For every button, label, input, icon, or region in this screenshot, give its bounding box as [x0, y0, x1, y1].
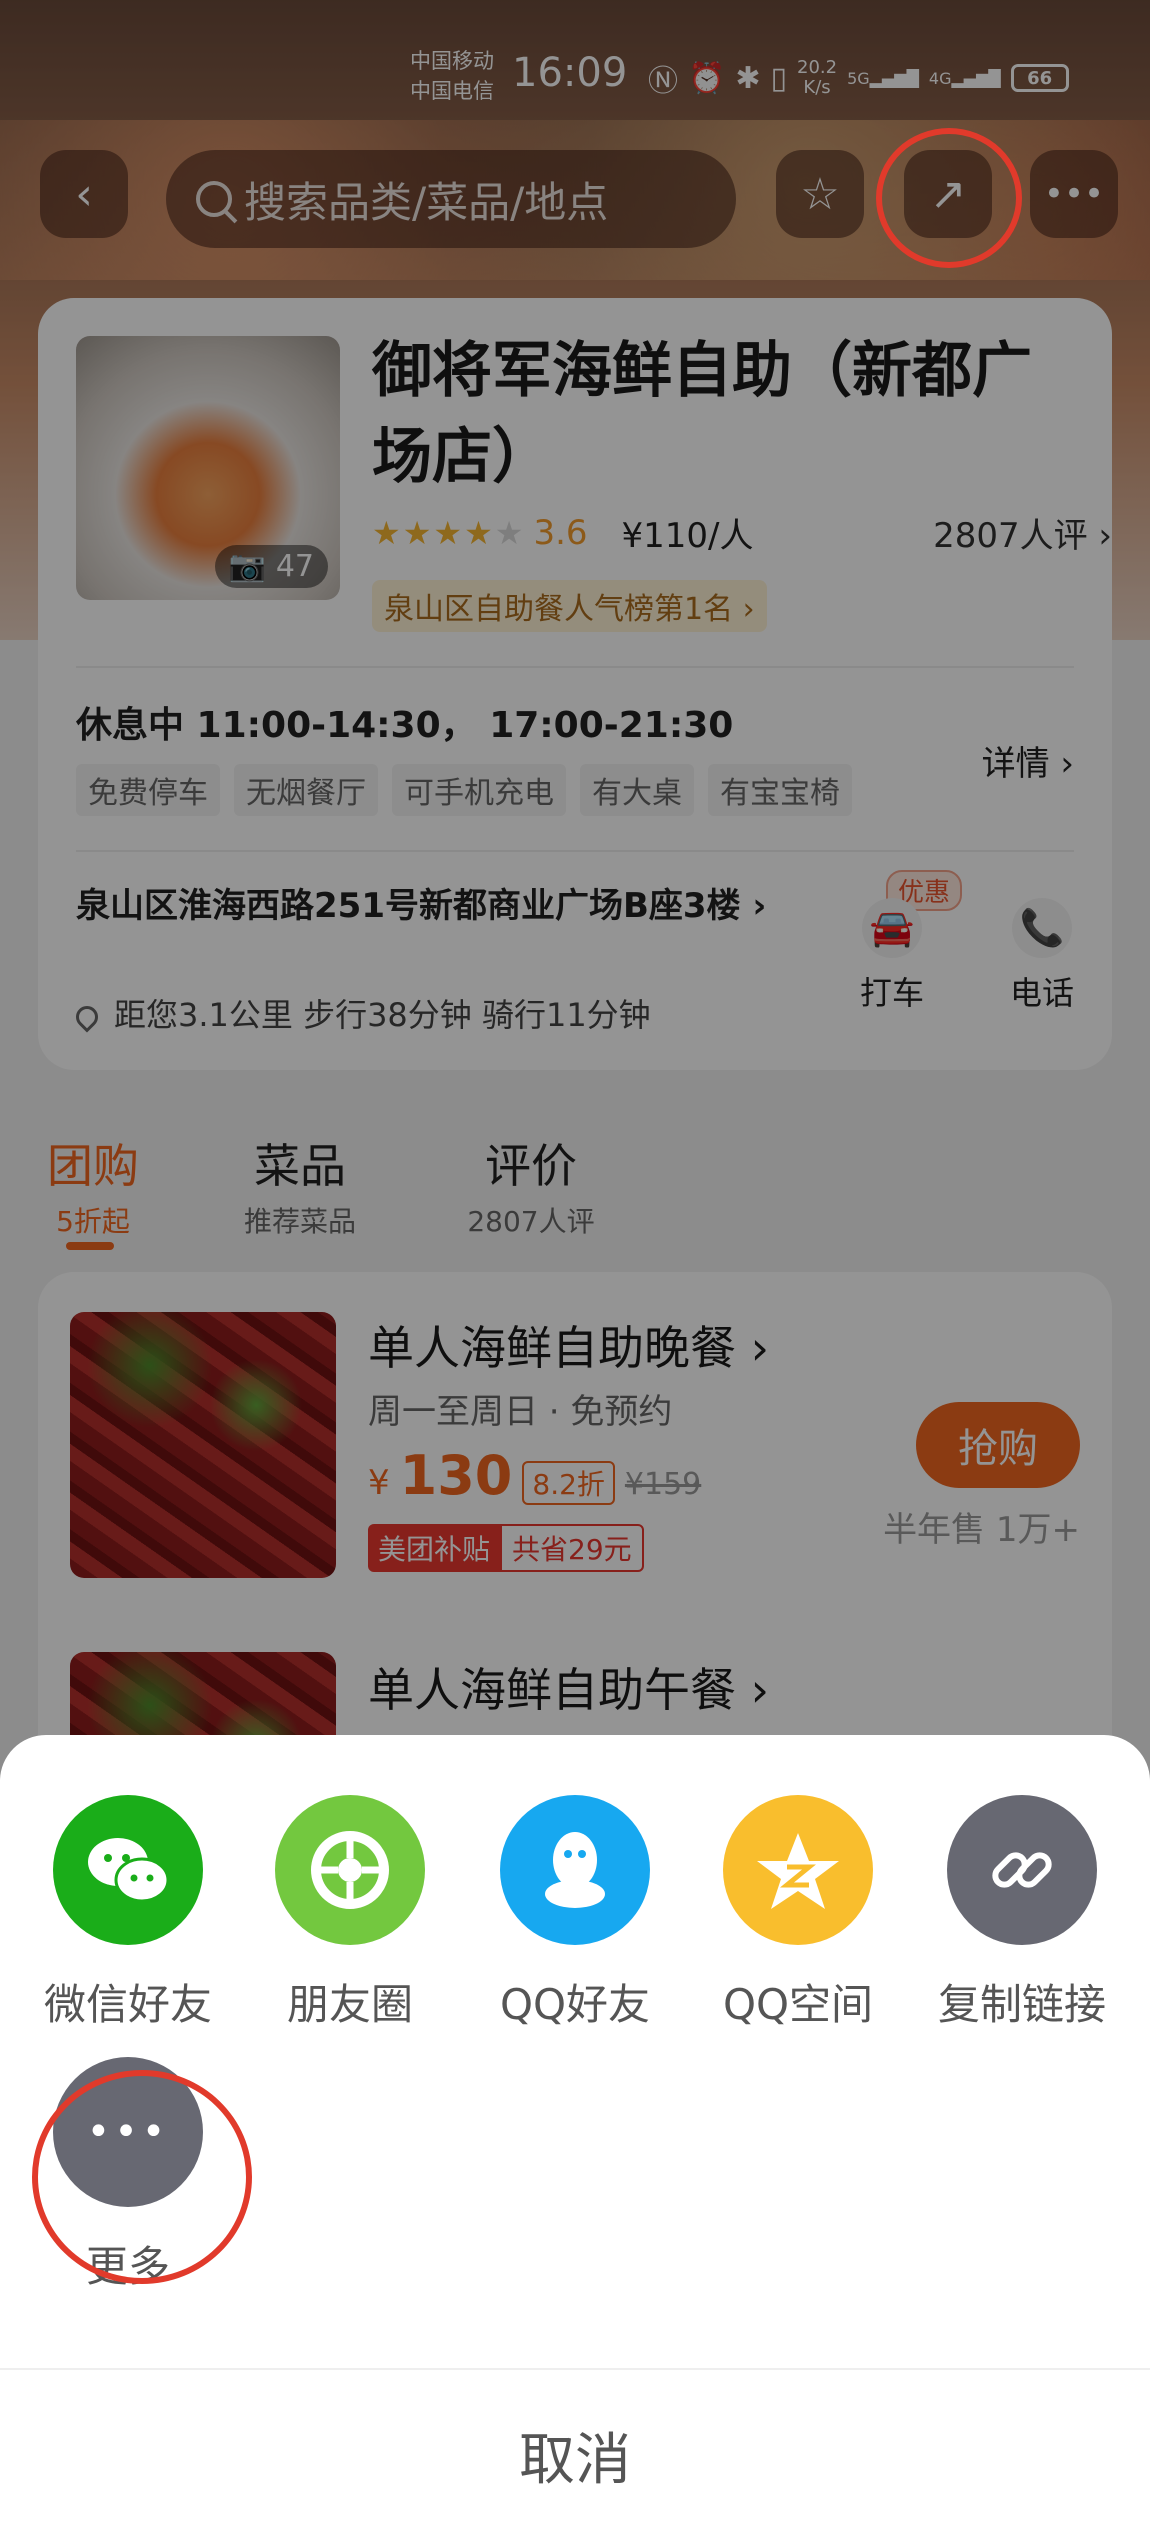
link-icon — [947, 1795, 1097, 1945]
share-moments[interactable]: 朋友圈 — [240, 1795, 460, 2032]
qzone-icon — [723, 1795, 873, 1945]
share-qzone[interactable]: QQ空间 — [688, 1795, 908, 2032]
highlight-ring — [876, 128, 1022, 268]
qq-icon — [500, 1795, 650, 1945]
moments-icon — [275, 1795, 425, 1945]
cancel-button[interactable]: 取消 — [0, 2400, 1150, 2510]
highlight-ring — [32, 2070, 252, 2284]
share-wechat-friend[interactable]: 微信好友 — [18, 1795, 238, 2032]
sheet-divider — [0, 2368, 1150, 2370]
wechat-icon — [53, 1795, 203, 1945]
share-qq-friend[interactable]: QQ好友 — [465, 1795, 685, 2032]
share-copy-link[interactable]: 复制链接 — [912, 1795, 1132, 2032]
